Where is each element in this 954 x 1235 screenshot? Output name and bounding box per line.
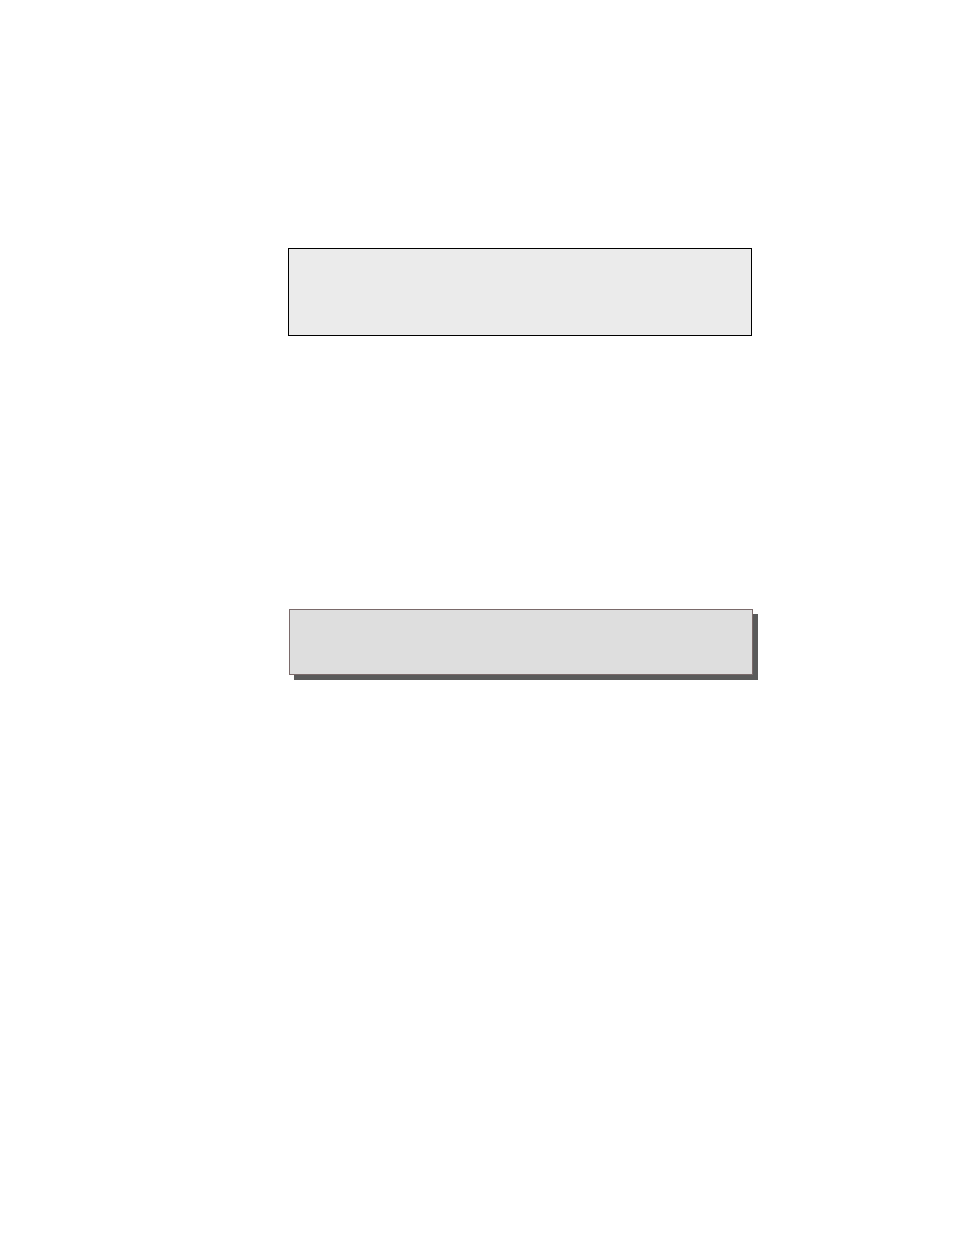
- bottom-rectangle: [289, 609, 753, 675]
- top-rectangle: [288, 248, 752, 336]
